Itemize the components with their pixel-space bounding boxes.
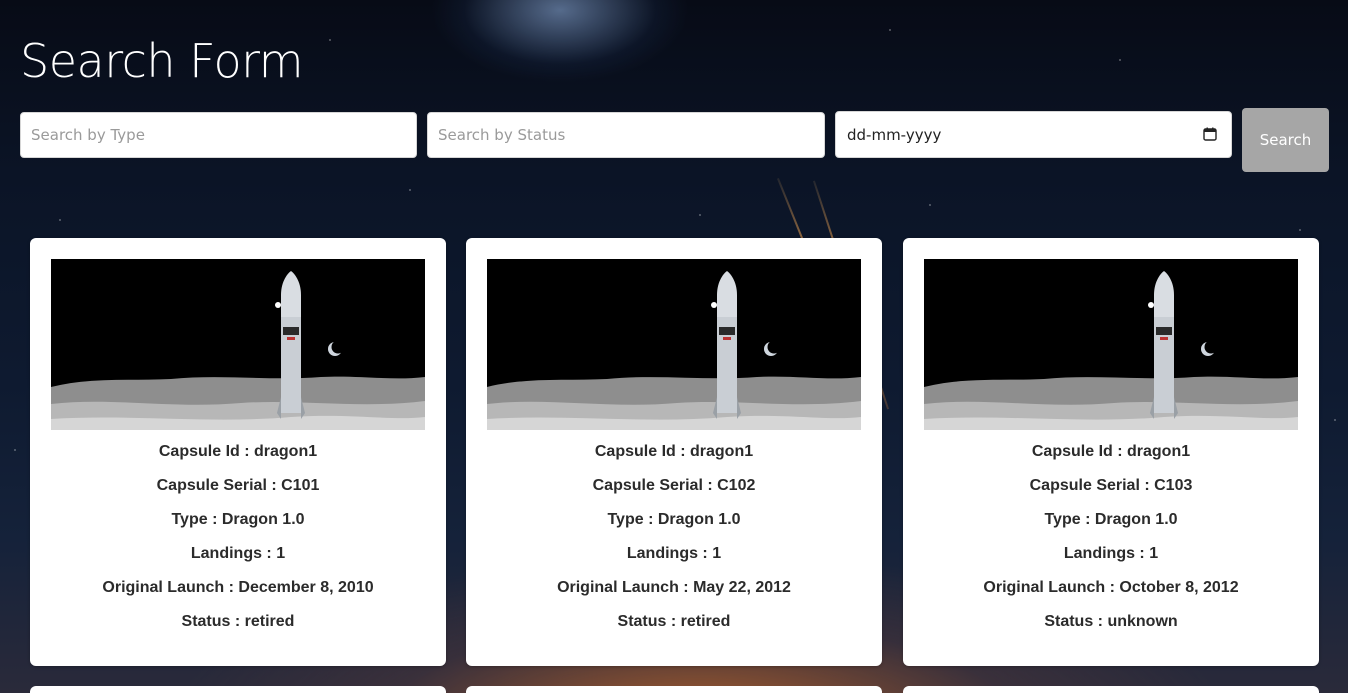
landings-row: Landings1 [466,540,882,574]
capsule-id-row: Capsule Iddragon1 [903,438,1319,472]
status-value: retired [680,613,731,630]
type-row: TypeDragon 1.0 [903,506,1319,540]
capsule-card[interactable]: Capsule Iddragon1 Capsule SerialC101 Typ… [30,238,446,666]
capsule-serial-row: Capsule SerialC102 [466,472,882,506]
search-by-status-input[interactable] [427,112,825,158]
status-value: retired [244,613,295,630]
original-launch-row: Original LaunchMay 22, 2012 [466,574,882,608]
date-placeholder: dd-mm-yyyy [847,126,942,144]
landings-row: Landings1 [903,540,1319,574]
starship-moon-image [51,259,425,430]
landings-row: Landings1 [30,540,446,574]
capsule-serial-value: C103 [1154,477,1193,494]
capsule-serial-value: C101 [281,477,320,494]
capsule-id-value: dragon1 [1127,443,1191,460]
type-value: Dragon 1.0 [1094,511,1178,528]
search-by-type-input[interactable] [20,112,417,158]
landings-value: 1 [712,545,722,562]
type-value: Dragon 1.0 [221,511,305,528]
status-row: Statusretired [466,608,882,642]
capsule-card-next-row [903,686,1319,693]
starship-moon-image [924,259,1298,430]
original-launch-date-input[interactable]: dd-mm-yyyy [835,111,1232,158]
capsule-details: Capsule Iddragon1 Capsule SerialC102 Typ… [466,438,882,642]
original-launch-value: May 22, 2012 [693,579,791,596]
search-form: dd-mm-yyyy Search [20,108,1329,172]
type-row: TypeDragon 1.0 [30,506,446,540]
capsule-card[interactable]: Capsule Iddragon1 Capsule SerialC103 Typ… [903,238,1319,666]
calendar-icon[interactable] [1203,127,1217,141]
capsule-details: Capsule Iddragon1 Capsule SerialC101 Typ… [30,438,446,642]
search-button[interactable]: Search [1242,108,1329,172]
original-launch-value: December 8, 2010 [238,579,374,596]
original-launch-row: Original LaunchOctober 8, 2012 [903,574,1319,608]
type-row: TypeDragon 1.0 [466,506,882,540]
capsule-serial-value: C102 [717,477,756,494]
capsule-details: Capsule Iddragon1 Capsule SerialC103 Typ… [903,438,1319,642]
original-launch-row: Original LaunchDecember 8, 2010 [30,574,446,608]
capsule-id-value: dragon1 [254,443,318,460]
status-row: Statusretired [30,608,446,642]
landings-value: 1 [276,545,286,562]
capsule-id-row: Capsule Iddragon1 [466,438,882,472]
capsule-id-row: Capsule Iddragon1 [30,438,446,472]
capsule-id-value: dragon1 [690,443,754,460]
page-title: Search Form [20,34,304,88]
capsule-card-next-row [466,686,882,693]
capsule-serial-row: Capsule SerialC101 [30,472,446,506]
capsule-serial-row: Capsule SerialC103 [903,472,1319,506]
starship-moon-image [487,259,861,430]
capsule-card-grid: Capsule Iddragon1 Capsule SerialC101 Typ… [0,0,1348,693]
original-launch-value: October 8, 2012 [1119,579,1239,596]
landings-value: 1 [1149,545,1159,562]
capsule-card-next-row [30,686,446,693]
status-row: Statusunknown [903,608,1319,642]
type-value: Dragon 1.0 [657,511,741,528]
capsule-card[interactable]: Capsule Iddragon1 Capsule SerialC102 Typ… [466,238,882,666]
status-value: unknown [1107,613,1178,630]
